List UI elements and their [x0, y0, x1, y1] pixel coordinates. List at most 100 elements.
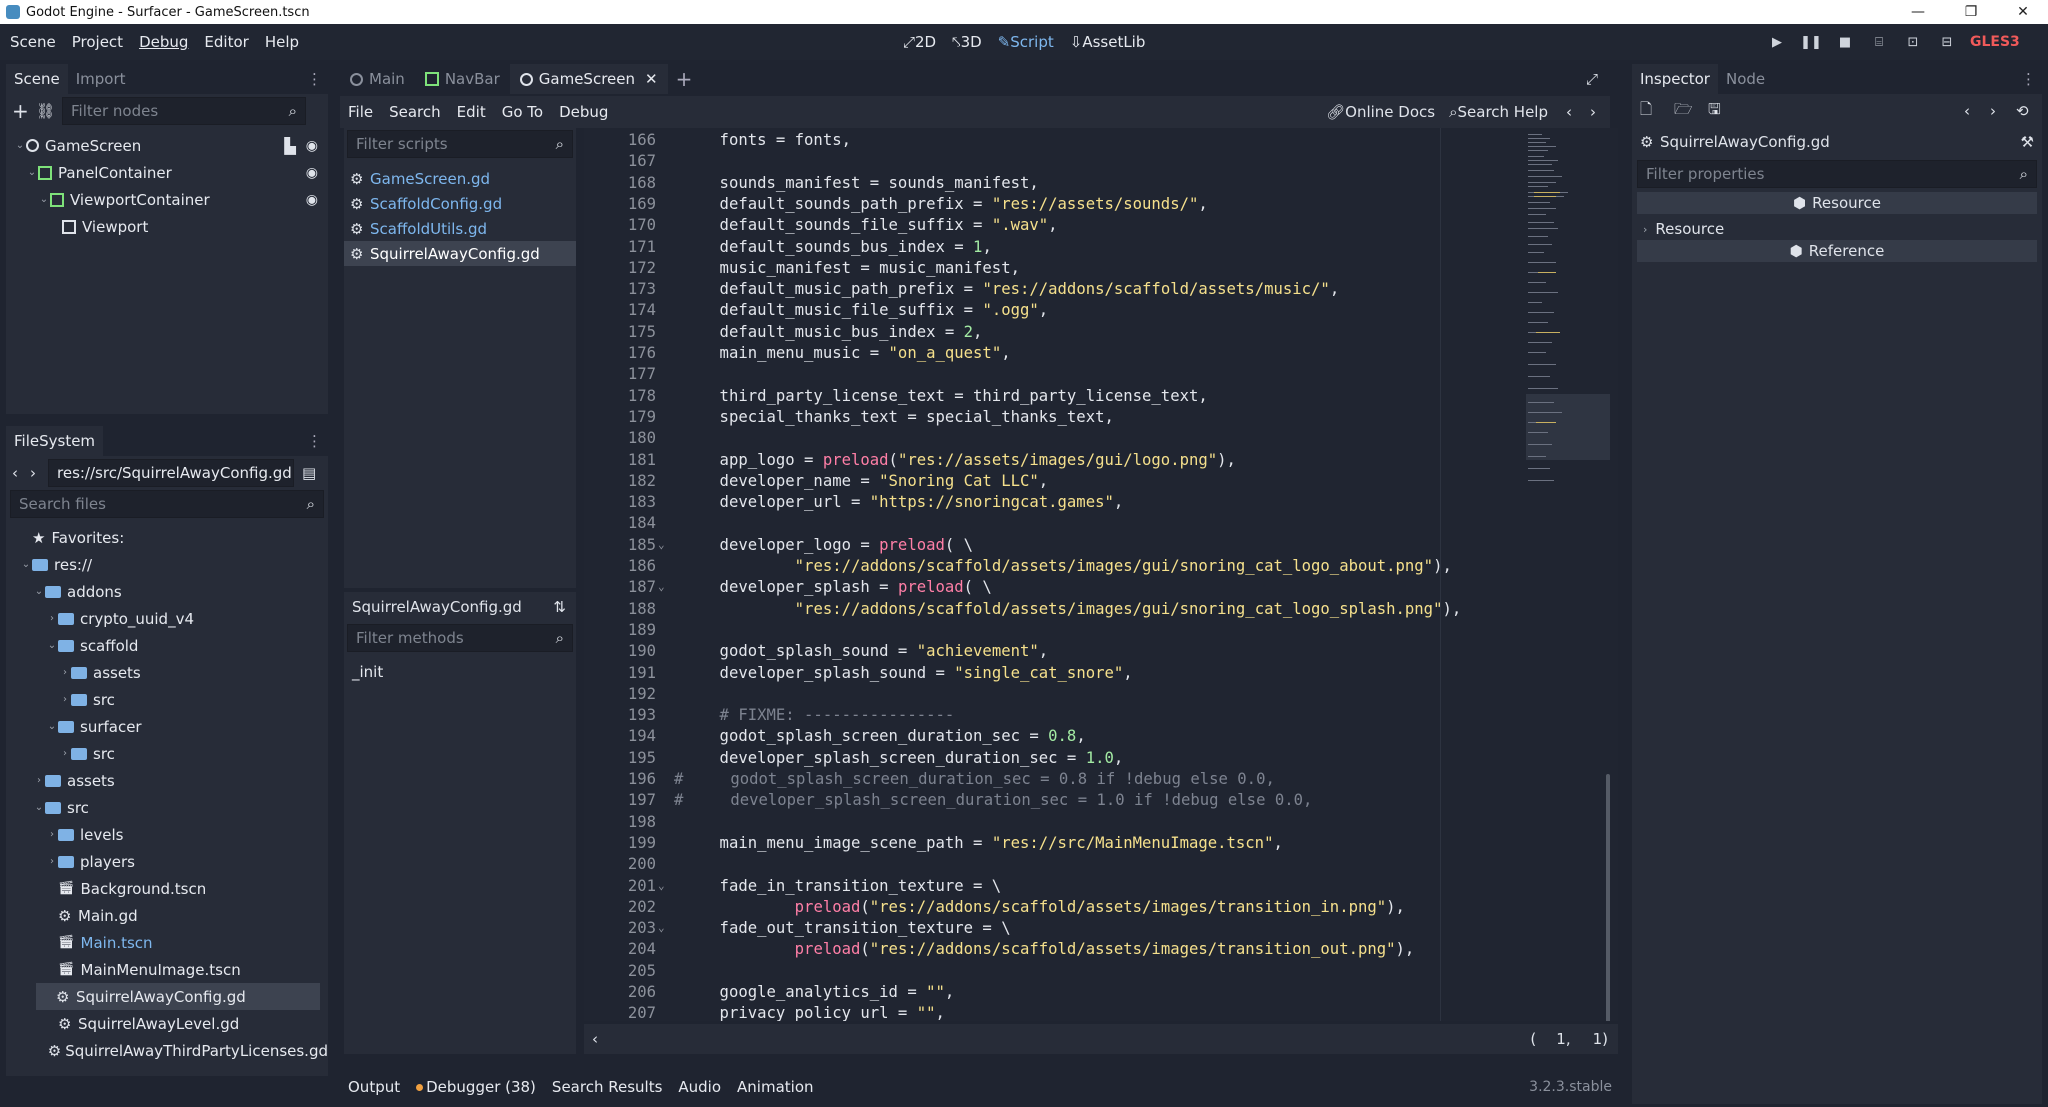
visibility-eye-icon[interactable]: ◉ [306, 138, 318, 154]
chevron-right-icon[interactable]: › [59, 694, 71, 705]
dock-menu-icon[interactable]: ⋮ [307, 70, 328, 88]
chevron-down-icon[interactable]: ⌄ [46, 640, 58, 651]
script-attached-icon[interactable]: ▙ [284, 137, 296, 155]
script-list-item[interactable]: ⚙ GameScreen.gd [344, 166, 576, 191]
tree-node-viewportcontainer[interactable]: ⌄ ViewportContainer ◉ [6, 186, 328, 213]
file-item[interactable]: ⌄ addons [6, 578, 328, 605]
open-folder-icon[interactable]: 🗁︎ [1674, 99, 1708, 124]
script-menu-file[interactable]: File [340, 96, 381, 128]
file-item[interactable]: 🎬︎ MainMenuImage.tscn [6, 956, 328, 983]
link-icon[interactable]: ⛓ [36, 102, 62, 120]
chevron-right-icon[interactable]: › [46, 829, 58, 840]
add-scene-tab-icon[interactable]: + [676, 67, 693, 91]
file-item[interactable]: ⚙ Main.gd [6, 902, 328, 929]
file-item[interactable]: ⚙ SquirrelAwayLevel.gd [6, 1010, 328, 1037]
object-properties-icon[interactable]: ⚒ [2021, 133, 2034, 151]
file-item[interactable]: ⌄ surfacer [6, 713, 328, 740]
file-item[interactable]: ⌄ scaffold [6, 632, 328, 659]
script-menu-goto[interactable]: Go To [494, 96, 551, 128]
next-script-icon[interactable]: › [1590, 103, 1596, 121]
menu-project[interactable]: Project [64, 24, 131, 60]
code-line[interactable]: "res://addons/scaffold/assets/images/gui… [682, 557, 1452, 575]
stop-icon[interactable]: ■ [1828, 35, 1862, 50]
script-menu-search[interactable]: Search [381, 96, 449, 128]
history-back-icon[interactable]: ‹ [1964, 102, 1990, 120]
main-screen-script[interactable]: ✎ Script [990, 33, 1062, 51]
main-screen-2d[interactable]: ⤢ 2D [895, 33, 944, 51]
code-line[interactable]: # FIXME: ---------------- [682, 706, 955, 724]
play-icon[interactable]: ▶ [1760, 35, 1794, 50]
scene-tab-gamescreen[interactable]: GameScreen ✕ [509, 64, 668, 94]
code-line[interactable]: fade_in_transition_texture = \ [682, 877, 1002, 895]
code-editor[interactable]: 166 fonts = fonts, 167 168 sounds_manifest… [584, 128, 1618, 1021]
code-line[interactable]: google_analytics_id = "", [682, 983, 955, 1001]
code-line[interactable]: app_logo = preload("res://assets/images/… [682, 451, 1236, 469]
code-line[interactable]: preload("res://addons/scaffold/assets/im… [682, 898, 1405, 916]
tab-output[interactable]: Output [340, 1078, 408, 1096]
fold-arrow-icon[interactable]: ⌄ [658, 538, 665, 551]
script-list-item[interactable]: ⚙ ScaffoldConfig.gd [344, 191, 576, 216]
code-line[interactable]: fonts = fonts, [682, 131, 851, 149]
split-mode-icon[interactable]: ▤ [302, 464, 316, 482]
tab-audio[interactable]: Audio [670, 1078, 729, 1096]
history-forward-icon[interactable]: › [1990, 102, 2016, 120]
code-line[interactable]: default_sounds_bus_index = 1, [682, 238, 992, 256]
chevron-right-icon[interactable]: › [46, 613, 58, 624]
script-menu-edit[interactable]: Edit [449, 96, 494, 128]
save-icon[interactable]: 🖫︎ [1708, 99, 1742, 124]
scene-tab-navbar[interactable]: NavBar [415, 64, 510, 94]
new-resource-icon[interactable]: 🗋︎ [1640, 99, 1674, 124]
scene-tab-main[interactable]: Main [340, 64, 415, 94]
movie-icon[interactable]: ⊟ [1930, 35, 1964, 50]
chevron-right-icon[interactable]: › [33, 775, 45, 786]
maximize-button[interactable]: ❐ [1948, 0, 1994, 24]
tree-node-viewport[interactable]: Viewport [6, 213, 328, 240]
filter-methods-input[interactable]: Filter methods ⌕ [347, 624, 573, 652]
code-line[interactable]: "res://addons/scaffold/assets/images/gui… [682, 600, 1462, 618]
method-item[interactable]: _init [344, 658, 576, 685]
code-line[interactable]: developer_url = "https://snoringcat.game… [682, 493, 1124, 511]
online-docs-button[interactable]: 🔗︎ Online Docs [1326, 103, 1435, 121]
tab-node[interactable]: Node [1718, 64, 1773, 94]
code-line[interactable]: third_party_license_text = third_party_l… [682, 387, 1208, 405]
code-line[interactable]: developer_splash = preload( \ [682, 578, 992, 596]
code-line[interactable]: special_thanks_text = special_thanks_tex… [682, 408, 1114, 426]
code-line[interactable]: godot_splash_screen_duration_sec = 0.8, [682, 727, 1086, 745]
tab-animation[interactable]: Animation [729, 1078, 821, 1096]
resource-property-group[interactable]: › Resource [1637, 218, 2037, 240]
minimap[interactable] [1524, 128, 1614, 1021]
script-list-item[interactable]: ⚙ SquirrelAwayConfig.gd [344, 241, 576, 266]
prev-script-icon[interactable]: ‹ [1566, 103, 1572, 121]
file-item[interactable]: ⌄ res:// [6, 551, 328, 578]
close-tab-icon[interactable]: ✕ [645, 70, 658, 88]
file-item[interactable]: › crypto_uuid_v4 [6, 605, 328, 632]
chevron-down-icon[interactable]: ⌄ [33, 586, 45, 597]
add-node-icon[interactable]: + [12, 99, 36, 123]
tree-node-panelcontainer[interactable]: ⌄ PanelContainer ◉ [6, 159, 328, 186]
code-line[interactable]: default_sounds_path_prefix = "res://asse… [682, 195, 1208, 213]
code-scrollbar[interactable] [1606, 774, 1610, 1021]
minimize-button[interactable]: — [1895, 0, 1941, 24]
code-line[interactable]: # developer_splash_screen_duration_sec =… [674, 791, 1312, 809]
tab-filesystem[interactable]: FileSystem [6, 426, 104, 456]
fold-arrow-icon[interactable]: ⌄ [658, 879, 665, 892]
code-line[interactable]: main_menu_image_scene_path = "res://src/… [682, 834, 1283, 852]
script-menu-debug[interactable]: Debug [551, 96, 616, 128]
code-line[interactable]: # godot_splash_screen_duration_sec = 0.8… [674, 770, 1275, 788]
back-arrow-icon[interactable]: ‹ [12, 464, 30, 482]
filter-properties-input[interactable]: Filter properties ⌕ [1637, 160, 2037, 188]
chevron-down-icon[interactable]: ⌄ [46, 721, 58, 732]
file-item[interactable]: ⚙ SquirrelAwayConfig.gd [36, 983, 320, 1010]
fold-arrow-icon[interactable]: ⌄ [658, 580, 665, 593]
tab-import[interactable]: Import [68, 64, 134, 94]
code-line[interactable]: default_music_path_prefix = "res://addon… [682, 280, 1340, 298]
file-item[interactable]: › src [6, 686, 328, 713]
file-item[interactable]: › assets [6, 767, 328, 794]
filter-scripts-input[interactable]: Filter scripts ⌕ [347, 130, 573, 158]
code-line[interactable]: developer_logo = preload( \ [682, 536, 974, 554]
file-item[interactable]: ⚙ SquirrelAwayThirdPartyLicenses.gd [6, 1037, 328, 1064]
chevron-down-icon[interactable]: ⌄ [33, 802, 45, 813]
pause-icon[interactable]: ❚❚ [1794, 35, 1828, 50]
tab-debugger[interactable]: Debugger (38) [408, 1078, 544, 1096]
close-window-button[interactable]: ✕ [2000, 0, 2046, 24]
